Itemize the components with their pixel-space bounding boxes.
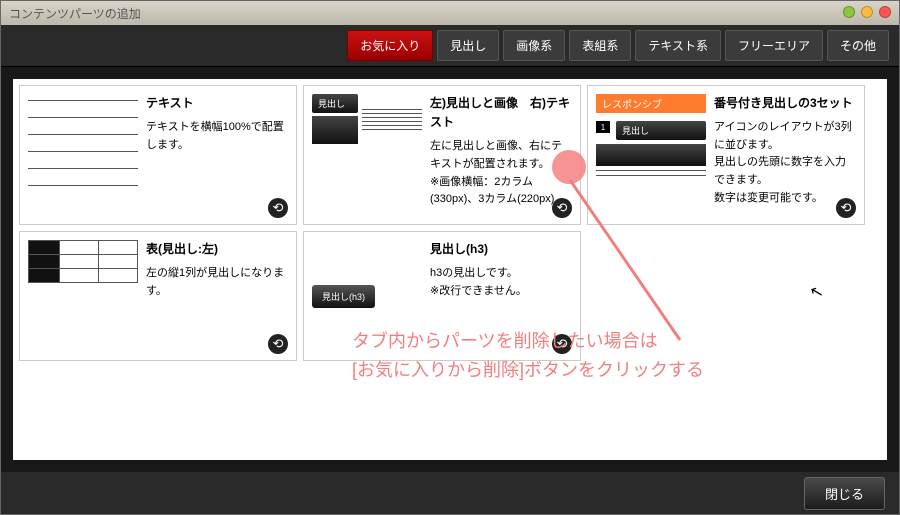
thumb-h3: 見出し(h3) bbox=[312, 240, 422, 352]
card-numbered-heading[interactable]: レスポンシブ 1 見出し 番号付き見出しの3セット アイコンのレイアウトが3列に… bbox=[587, 85, 865, 225]
footer-bar: 閉じる bbox=[1, 472, 899, 514]
close-icon[interactable] bbox=[879, 6, 891, 18]
tab-freearea[interactable]: フリーエリア bbox=[725, 30, 823, 61]
card-title: テキスト bbox=[146, 94, 288, 113]
thumb-table bbox=[28, 240, 138, 352]
window-title: コンテンツパーツの追加 bbox=[9, 5, 141, 22]
tab-favorite[interactable]: お気に入り bbox=[347, 30, 433, 61]
tab-heading[interactable]: 見出し bbox=[437, 30, 499, 61]
content-area: テキスト テキストを横幅100%で配置します。 ⟲ 見出し bbox=[1, 67, 899, 472]
tab-other[interactable]: その他 bbox=[827, 30, 889, 61]
thumb-label: 見出し bbox=[312, 94, 358, 113]
titlebar: コンテンツパーツの追加 bbox=[1, 1, 899, 25]
remove-icon: ⟲ bbox=[273, 200, 284, 216]
card-title: 左)見出しと画像 右)テキスト bbox=[430, 94, 572, 132]
card-desc: 左に見出しと画像、右にテキストが配置されます。 ※画像横幅：2カラム(330px… bbox=[430, 138, 572, 208]
thumb-num: 1 bbox=[596, 121, 610, 133]
remove-icon: ⟲ bbox=[557, 336, 568, 352]
window-controls bbox=[843, 6, 891, 18]
thumb-heading-image-text: 見出し bbox=[312, 94, 422, 216]
responsive-badge: レスポンシブ bbox=[596, 94, 706, 113]
remove-icon: ⟲ bbox=[841, 200, 852, 216]
card-body: 番号付き見出しの3セット アイコンのレイアウトが3列に並びます。 見出しの先頭に… bbox=[714, 94, 856, 216]
maximize-icon[interactable] bbox=[861, 6, 873, 18]
tab-table[interactable]: 表組系 bbox=[569, 30, 631, 61]
card-desc: テキストを横幅100%で配置します。 bbox=[146, 119, 288, 154]
card-title: 番号付き見出しの3セット bbox=[714, 94, 856, 113]
card-body: 表(見出し:左) 左の縦1列が見出しになります。 bbox=[146, 240, 288, 352]
remove-favorite-button[interactable]: ⟲ bbox=[836, 198, 856, 218]
card-heading-image-text[interactable]: 見出し 左)見出しと画像 右)テキスト 左に見出しと画像、右にテキストが配置され… bbox=[303, 85, 581, 225]
remove-favorite-button[interactable]: ⟲ bbox=[552, 198, 572, 218]
remove-favorite-button[interactable]: ⟲ bbox=[552, 334, 572, 354]
card-grid: テキスト テキストを横幅100%で配置します。 ⟲ 見出し bbox=[13, 79, 887, 460]
minimize-icon[interactable] bbox=[843, 6, 855, 18]
thumb-text bbox=[28, 94, 138, 216]
card-title: 表(見出し:左) bbox=[146, 240, 288, 259]
card-desc: h3の見出しです。 ※改行できません。 bbox=[430, 265, 572, 300]
remove-favorite-button[interactable]: ⟲ bbox=[268, 334, 288, 354]
tab-text[interactable]: テキスト系 bbox=[635, 30, 721, 61]
thumb-label: 見出し(h3) bbox=[312, 285, 375, 308]
thumb-numbered-heading: レスポンシブ 1 見出し bbox=[596, 94, 706, 216]
card-table-left-heading[interactable]: 表(見出し:左) 左の縦1列が見出しになります。 ⟲ bbox=[19, 231, 297, 361]
card-body: テキスト テキストを横幅100%で配置します。 bbox=[146, 94, 288, 216]
remove-favorite-button[interactable]: ⟲ bbox=[268, 198, 288, 218]
card-text[interactable]: テキスト テキストを横幅100%で配置します。 ⟲ bbox=[19, 85, 297, 225]
tab-image[interactable]: 画像系 bbox=[503, 30, 565, 61]
modal-window: コンテンツパーツの追加 お気に入り 見出し 画像系 表組系 テキスト系 フリーエ… bbox=[0, 0, 900, 515]
card-title: 見出し(h3) bbox=[430, 240, 572, 259]
card-body: 見出し(h3) h3の見出しです。 ※改行できません。 bbox=[430, 240, 572, 352]
card-desc: アイコンのレイアウトが3列に並びます。 見出しの先頭に数字を入力できます。 数字… bbox=[714, 119, 856, 207]
card-body: 左)見出しと画像 右)テキスト 左に見出しと画像、右にテキストが配置されます。 … bbox=[430, 94, 572, 216]
close-button[interactable]: 閉じる bbox=[804, 477, 885, 510]
remove-icon: ⟲ bbox=[557, 200, 568, 216]
thumb-mini-table bbox=[28, 240, 138, 283]
remove-icon: ⟲ bbox=[273, 336, 284, 352]
tab-bar: お気に入り 見出し 画像系 表組系 テキスト系 フリーエリア その他 bbox=[1, 25, 899, 67]
card-desc: 左の縦1列が見出しになります。 bbox=[146, 265, 288, 300]
card-heading-h3[interactable]: 見出し(h3) 見出し(h3) h3の見出しです。 ※改行できません。 ⟲ bbox=[303, 231, 581, 361]
thumb-label: 見出し bbox=[616, 121, 706, 140]
